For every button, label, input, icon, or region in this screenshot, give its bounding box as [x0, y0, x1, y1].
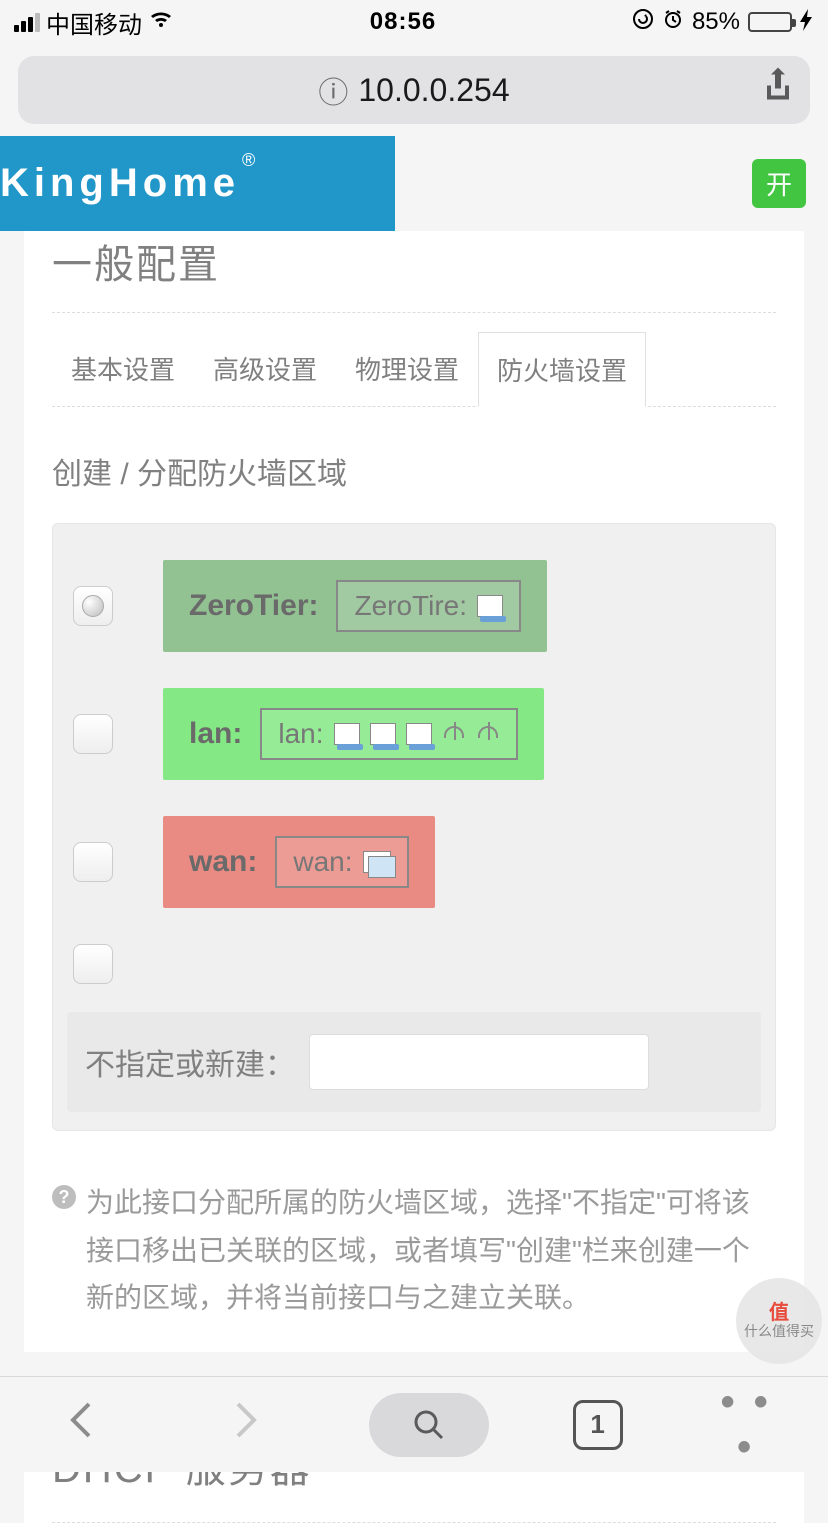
- tab-advanced[interactable]: 高级设置: [194, 331, 336, 406]
- firewall-zone-field: 创建 / 分配防火墙区域 ZeroTier: ZeroTire: lan:: [52, 449, 776, 1322]
- zone-pill-wan: wan: wan:: [163, 816, 435, 908]
- switch-icon: [334, 723, 360, 745]
- browser-toolbar: 1 • • •: [0, 1376, 828, 1472]
- zone-row-wan[interactable]: wan: wan:: [67, 798, 761, 926]
- wifi-icon: [148, 9, 174, 35]
- radio-lan[interactable]: [73, 714, 113, 754]
- more-button[interactable]: • • •: [706, 1380, 786, 1470]
- help-text-row: ? 为此接口分配所属的防火墙区域，选择"不指定"可将该接口移出已关联的区域，或者…: [52, 1179, 776, 1322]
- unspecified-row: 不指定或新建：: [67, 1012, 761, 1112]
- share-button[interactable]: [744, 66, 812, 115]
- zone-name: wan:: [189, 845, 257, 879]
- zone-row-zerotier[interactable]: ZeroTier: ZeroTire:: [67, 542, 761, 670]
- tab-firewall[interactable]: 防火墙设置: [478, 332, 646, 407]
- zone-options: ZeroTier: ZeroTire: lan: lan:: [52, 523, 776, 1131]
- battery-icon: [748, 12, 792, 32]
- search-button[interactable]: [369, 1393, 489, 1457]
- ethernet-icon: [370, 723, 396, 745]
- config-card: 一般配置 基本设置 高级设置 物理设置 防火墙设置 创建 / 分配防火墙区域 Z…: [24, 231, 804, 1352]
- iface-box: lan:: [260, 708, 517, 760]
- tab-basic[interactable]: 基本设置: [52, 331, 194, 406]
- tabs-button[interactable]: 1: [573, 1400, 623, 1450]
- divider: [52, 312, 776, 313]
- signal-icon: [14, 13, 40, 32]
- back-button[interactable]: [42, 1400, 122, 1450]
- zone-pill-zerotier: ZeroTier: ZeroTire:: [163, 560, 547, 652]
- wifi-antenna-icon: [476, 722, 500, 746]
- help-icon: ?: [52, 1185, 76, 1209]
- ethernet-icon: [477, 595, 503, 617]
- rotation-lock-icon: [632, 8, 654, 37]
- zone-pill-lan: lan: lan:: [163, 688, 544, 780]
- site-info-icon[interactable]: ⓘ: [318, 68, 348, 112]
- radio-zerotier[interactable]: [73, 586, 113, 626]
- section-title: 一般配置: [52, 231, 776, 302]
- charging-icon: [800, 9, 814, 36]
- tab-physical[interactable]: 物理设置: [336, 331, 478, 406]
- brand-name: KingHome®: [0, 161, 253, 206]
- page-header: KingHome® 开: [0, 136, 828, 231]
- zone-row-empty[interactable]: [67, 926, 761, 1002]
- url-bar[interactable]: ⓘ 10.0.0.254: [18, 56, 810, 124]
- menu-toggle-button[interactable]: 开: [752, 159, 806, 208]
- status-bar: 中国移动 08:56 85%: [0, 0, 828, 44]
- new-zone-input[interactable]: [309, 1034, 649, 1090]
- brand-block[interactable]: KingHome®: [0, 136, 395, 231]
- alarm-icon: [662, 8, 684, 37]
- zone-name: ZeroTier:: [189, 589, 318, 623]
- field-label: 创建 / 分配防火墙区域: [52, 449, 776, 493]
- ethernet-icon: [406, 723, 432, 745]
- wifi-antenna-icon: [442, 722, 466, 746]
- smzdm-watermark: 值 什么值得买: [736, 1278, 822, 1364]
- iface-box: ZeroTire:: [336, 580, 521, 632]
- status-right: 85%: [632, 8, 814, 37]
- help-text: 为此接口分配所属的防火墙区域，选择"不指定"可将该接口移出已关联的区域，或者填写…: [86, 1179, 776, 1322]
- zone-name: lan:: [189, 717, 242, 751]
- unspecified-label: 不指定或新建：: [85, 1040, 295, 1084]
- forward-button[interactable]: [205, 1400, 285, 1450]
- url-host: 10.0.0.254: [358, 72, 509, 109]
- radio-wan[interactable]: [73, 842, 113, 882]
- radio-empty[interactable]: [73, 944, 113, 984]
- clock: 08:56: [370, 8, 436, 36]
- network-icon: [363, 851, 391, 873]
- status-left: 中国移动: [14, 5, 174, 40]
- tabs: 基本设置 高级设置 物理设置 防火墙设置: [52, 331, 776, 407]
- zone-row-lan[interactable]: lan: lan:: [67, 670, 761, 798]
- iface-box: wan:: [275, 836, 408, 888]
- carrier-label: 中国移动: [46, 5, 142, 40]
- battery-pct: 85%: [692, 8, 740, 36]
